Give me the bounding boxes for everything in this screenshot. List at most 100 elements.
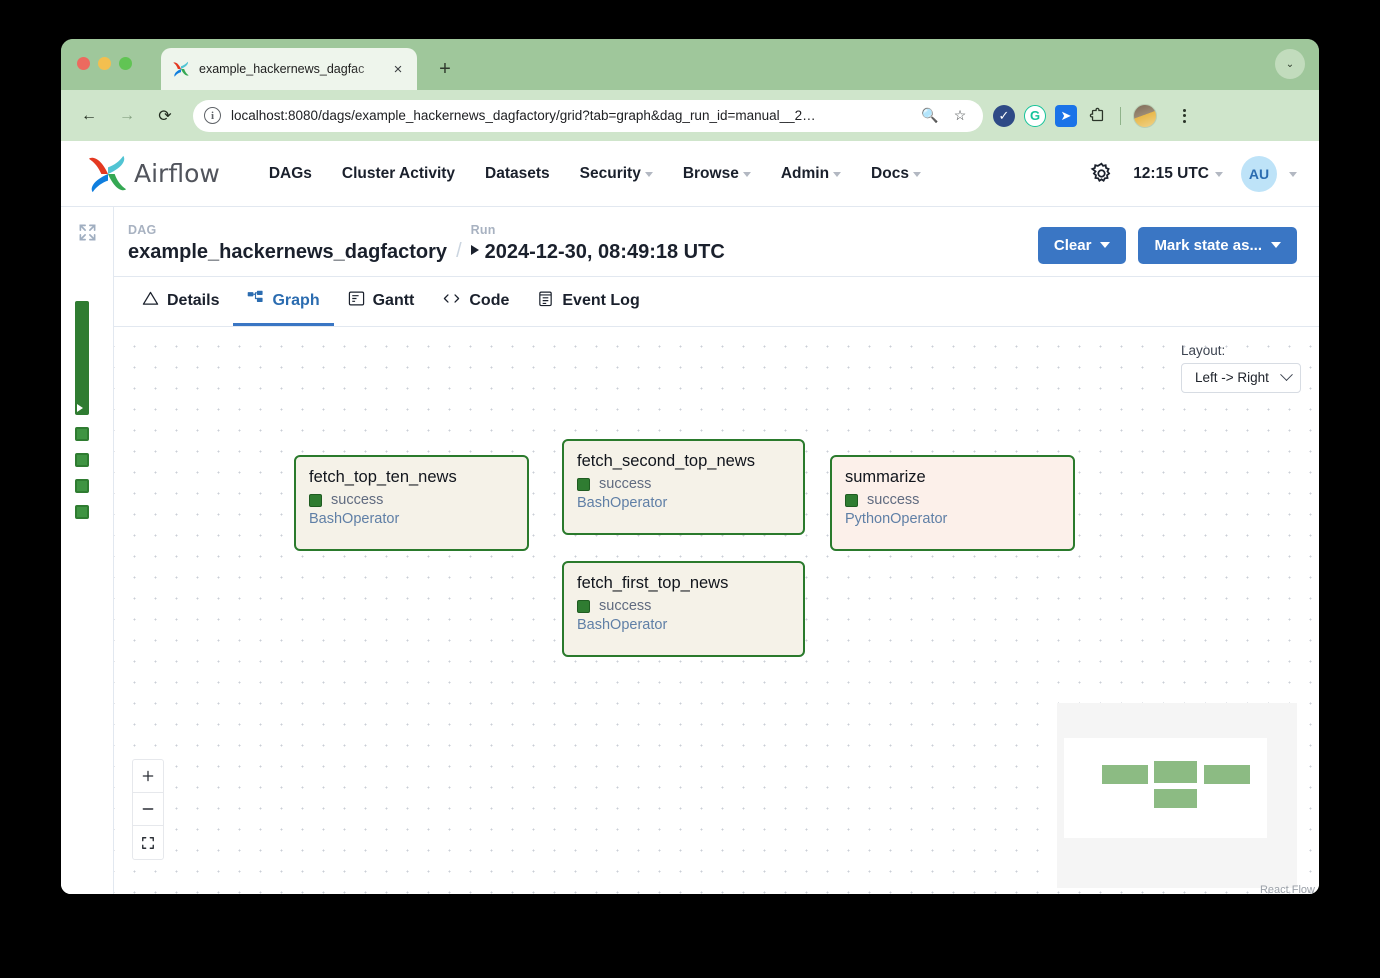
grid-task-square[interactable]	[75, 505, 89, 519]
run-timestamp: 2024-12-30, 08:49:18 UTC	[471, 240, 725, 264]
grid-task-square[interactable]	[75, 453, 89, 467]
close-icon[interactable]: ×	[387, 58, 409, 80]
nav-link-datasets[interactable]: Datasets	[470, 157, 565, 191]
bookmark-star-icon[interactable]: ☆	[949, 105, 971, 127]
minimap-node	[1154, 789, 1197, 808]
play-triangle-icon	[471, 245, 479, 255]
browser-toolbar: ← → ⟳ i localhost:8080/dags/example_hack…	[61, 90, 1319, 141]
browser-tab[interactable]: example_hackernews_dagfac ×	[161, 48, 417, 90]
site-info-icon[interactable]: i	[204, 107, 221, 124]
avatar[interactable]: AU	[1241, 156, 1277, 192]
minimap-node	[1102, 765, 1148, 784]
run-timestamp-text: 2024-12-30, 08:49:18 UTC	[485, 241, 725, 263]
chevron-down-icon	[645, 172, 653, 177]
graph-canvas[interactable]: Layout: Left -> Right	[114, 327, 1319, 894]
status-badge	[577, 600, 590, 613]
minimap-node	[1154, 761, 1197, 783]
tab-details[interactable]: Details	[128, 277, 233, 326]
forward-button[interactable]: →	[111, 100, 143, 132]
browser-window: example_hackernews_dagfac × + ⌄ ← → ⟳ i …	[61, 39, 1319, 894]
layout-label: Layout:	[1181, 343, 1225, 358]
dag-run-bar[interactable]	[75, 301, 89, 415]
zoom-in-button[interactable]	[133, 760, 163, 793]
chevron-down-icon	[1215, 172, 1223, 177]
dag-tabs: Details Graph	[114, 277, 1319, 327]
dag-main-panel: DAG example_hackernews_dagfactory / Run …	[114, 207, 1319, 894]
page-viewport: Airflow DAGs Cluster Activity Datasets S…	[61, 141, 1319, 894]
page-title: example_hackernews_dagfactory	[128, 240, 447, 264]
gantt-chart-icon	[348, 290, 365, 312]
airflow-nav-right: 12:15 UTC AU	[1081, 154, 1297, 194]
breadcrumb-run[interactable]: Run 2024-12-30, 08:49:18 UTC	[471, 221, 725, 264]
graph-node-fetch-first-top-news[interactable]: fetch_first_top_news success BashOperato…	[562, 561, 805, 657]
chevron-down-icon[interactable]	[1289, 172, 1297, 177]
nav-link-docs[interactable]: Docs	[856, 157, 936, 191]
tab-gantt[interactable]: Gantt	[334, 277, 429, 326]
gear-icon[interactable]	[1081, 154, 1121, 194]
nav-link-cluster-activity[interactable]: Cluster Activity	[327, 157, 470, 191]
graph-node-fetch-second-top-news[interactable]: fetch_second_top_news success BashOperat…	[562, 439, 805, 535]
nav-link-label: Security	[580, 165, 641, 183]
close-window-button[interactable]	[77, 57, 90, 70]
airflow-logo[interactable]: Airflow	[87, 153, 220, 195]
breadcrumb: DAG example_hackernews_dagfactory / Run …	[128, 221, 1038, 264]
zoom-out-button[interactable]	[133, 793, 163, 826]
chevron-down-icon[interactable]: ⌄	[1275, 49, 1305, 79]
tab-graph[interactable]: Graph	[233, 277, 333, 326]
event-log-icon	[537, 290, 554, 312]
mark-state-button[interactable]: Mark state as...	[1138, 227, 1297, 264]
grammarly-icon[interactable]: G	[1024, 105, 1046, 127]
chevron-down-icon	[1271, 242, 1281, 248]
grid-rail	[61, 207, 114, 894]
minimap-node	[1204, 765, 1250, 784]
nav-link-label: Admin	[781, 165, 829, 183]
graph-node-fetch-top-ten-news[interactable]: fetch_top_ten_news success BashOperator	[294, 455, 529, 551]
node-operator: BashOperator	[309, 511, 514, 527]
minimize-window-button[interactable]	[98, 57, 111, 70]
timezone-selector[interactable]: 12:15 UTC	[1127, 165, 1229, 183]
tab-event-log[interactable]: Event Log	[523, 277, 653, 326]
dag-header-actions: Clear Mark state as...	[1038, 227, 1297, 264]
chrome-menu-icon[interactable]	[1172, 104, 1196, 128]
nav-link-dags[interactable]: DAGs	[254, 157, 327, 191]
layout-select[interactable]: Left -> Right	[1181, 363, 1301, 393]
fit-view-button[interactable]	[133, 826, 163, 859]
toolbar-divider	[1120, 107, 1121, 125]
minimap-viewport[interactable]	[1064, 738, 1267, 838]
maximize-window-button[interactable]	[119, 57, 132, 70]
node-operator: BashOperator	[577, 617, 790, 633]
airflow-pinwheel-icon	[87, 153, 129, 195]
address-bar[interactable]: i localhost:8080/dags/example_hackernews…	[193, 100, 983, 132]
node-state: success	[577, 476, 790, 492]
graph-node-summarize[interactable]: summarize success PythonOperator	[830, 455, 1075, 551]
nav-link-security[interactable]: Security	[565, 157, 668, 191]
airflow-navbar: Airflow DAGs Cluster Activity Datasets S…	[61, 141, 1319, 207]
grid-task-square[interactable]	[75, 427, 89, 441]
status-badge	[577, 478, 590, 491]
clear-button[interactable]: Clear	[1038, 227, 1127, 264]
reload-button[interactable]: ⟳	[149, 100, 181, 132]
avatar[interactable]	[1133, 104, 1157, 128]
tab-code[interactable]: Code	[428, 277, 523, 326]
graph-minimap[interactable]	[1057, 703, 1297, 888]
chevron-down-icon	[913, 172, 921, 177]
search-icon[interactable]: 🔍	[919, 105, 941, 127]
node-state-label: success	[331, 492, 383, 508]
nav-link-label: Browse	[683, 165, 739, 183]
puzzle-extensions-icon[interactable]	[1086, 105, 1108, 127]
send-icon[interactable]: ➤	[1055, 105, 1077, 127]
new-tab-button[interactable]: +	[431, 55, 459, 83]
check-badge-icon[interactable]: ✓	[993, 105, 1015, 127]
nav-link-label: Cluster Activity	[342, 165, 455, 183]
react-flow-attribution[interactable]: React Flow	[1260, 884, 1315, 894]
dag-body: DAG example_hackernews_dagfactory / Run …	[61, 207, 1319, 894]
nav-link-browse[interactable]: Browse	[668, 157, 766, 191]
breadcrumb-dag[interactable]: DAG example_hackernews_dagfactory	[128, 221, 447, 264]
nav-link-admin[interactable]: Admin	[766, 157, 856, 191]
airflow-nav-links: DAGs Cluster Activity Datasets Security …	[254, 157, 1081, 191]
grid-run-column[interactable]	[75, 301, 89, 519]
grid-task-square[interactable]	[75, 479, 89, 493]
breadcrumb-separator: /	[447, 240, 471, 264]
expand-arrows-icon[interactable]	[76, 221, 98, 243]
back-button[interactable]: ←	[73, 100, 105, 132]
